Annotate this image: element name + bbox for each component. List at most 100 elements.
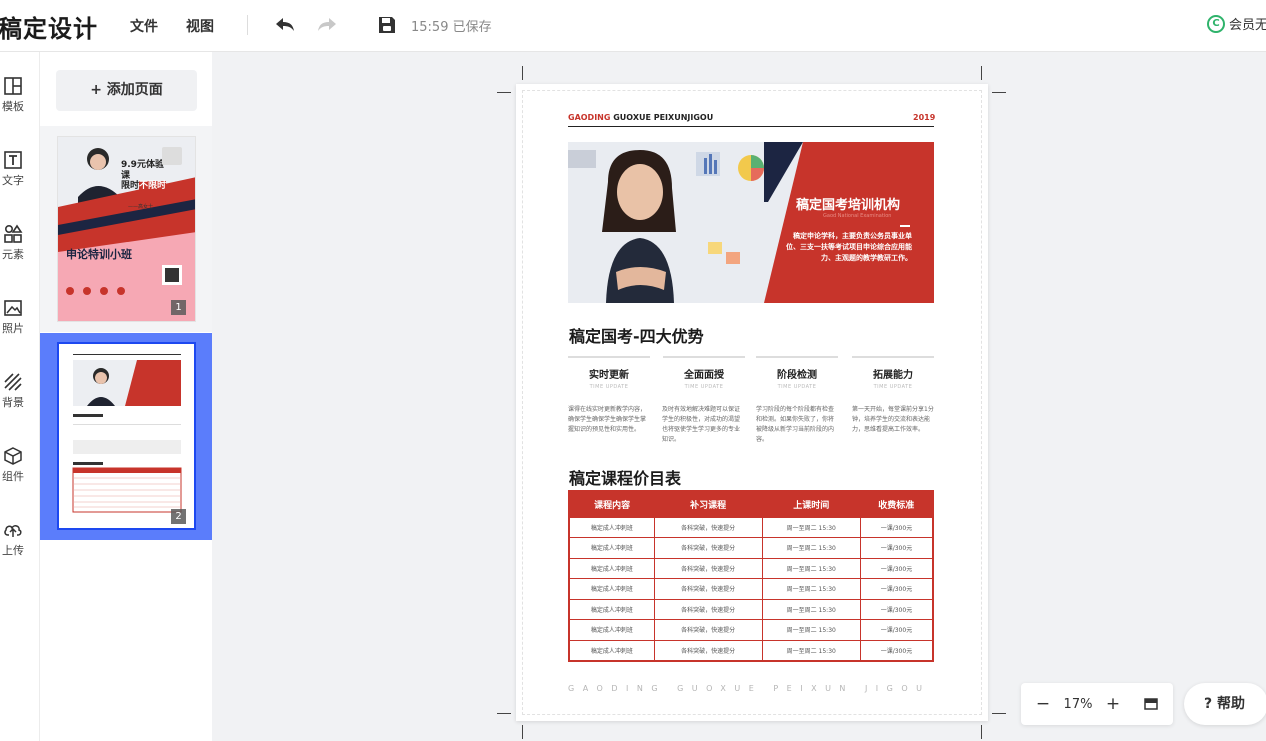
- table-cell: 周一至周二 15:30: [761, 578, 861, 599]
- feature-en: TIME UPDATE: [777, 384, 817, 390]
- price-table-body: 稿定成人冲刺班 各科突破，快速提分 周一至周二 15:30 一课/300元 稿定成人冲刺…: [569, 516, 933, 661]
- crop-mark: [992, 92, 1006, 93]
- footer-text[interactable]: GAODING GUOXUE PEIXUN JIGOU: [568, 684, 934, 693]
- table-cell: 各科突破，快速提分: [653, 516, 763, 538]
- rail-item-component[interactable]: 组件: [0, 446, 36, 484]
- table-cell: 各科突破，快速提分: [653, 537, 763, 558]
- page-thumb-2[interactable]: 2: [40, 333, 212, 540]
- doc-header-year[interactable]: 2019: [913, 113, 935, 122]
- page-thumb-2-preview: [57, 342, 196, 530]
- feature-desc[interactable]: 学习阶段的每个阶段都有检查和检测。如果你失败了，你将被降级从新学习当前阶段的内容…: [756, 405, 838, 445]
- background-icon: [4, 373, 22, 391]
- advantages-title[interactable]: 稿定国考-四大优势: [569, 323, 704, 347]
- zoom-out-button[interactable]: −: [1028, 689, 1058, 719]
- crop-mark: [981, 66, 982, 80]
- feature-1[interactable]: 实时更新 TIME UPDATE: [568, 356, 650, 390]
- table-cell: 周一至周二 15:30: [761, 598, 861, 620]
- rail-item-photo[interactable]: 照片: [0, 298, 36, 336]
- feature-2[interactable]: 全面面授 TIME UPDATE: [663, 356, 745, 390]
- feature-name: 实时更新: [589, 370, 629, 381]
- feature-en: TIME UPDATE: [873, 384, 913, 390]
- table-row: 稿定成人冲刺班 各科突破，快速提分 周一至周二 15:30 一课/300元: [569, 557, 933, 579]
- rail-label: 上传: [2, 544, 24, 557]
- column-header: 上课时间: [762, 491, 861, 517]
- feature-4[interactable]: 拓展能力 TIME UPDATE: [852, 356, 934, 390]
- thumb1-limited: 限时不限时: [121, 181, 167, 191]
- feature-en: TIME UPDATE: [684, 384, 724, 390]
- rail-label: 组件: [2, 470, 24, 483]
- rail-item-background[interactable]: 背景: [0, 372, 36, 410]
- page-number-badge: 1: [171, 300, 186, 315]
- rail-item-text[interactable]: 文字: [0, 150, 36, 188]
- feature-name: 拓展能力: [873, 370, 913, 381]
- component-icon: [4, 447, 22, 465]
- feature-3[interactable]: 阶段检测 TIME UPDATE: [756, 356, 838, 390]
- column-header: 补习课程: [654, 491, 763, 517]
- table-cell: 一课/300元: [859, 578, 933, 599]
- page-thumb-1-preview: 9.9元体验 课 限时不限时 ——高女士 申论特训小班: [57, 136, 196, 322]
- elements-icon: [4, 224, 23, 243]
- table-cell: 一课/300元: [859, 516, 933, 538]
- menu-file[interactable]: 文件: [130, 16, 158, 36]
- feature-desc[interactable]: 及时有效地解决难题可以保证学生的积极性，对成功的渴望也将驱使学生学习更多的专业知…: [662, 405, 744, 445]
- rail-item-elements[interactable]: 元素: [0, 224, 36, 262]
- hero-title[interactable]: 稿定国考培训机构: [796, 194, 900, 213]
- top-bar: 稿定设计 文件 视图 15:59 已保存 C 会员无: [0, 0, 1266, 52]
- rail-label: 文字: [2, 174, 24, 187]
- crop-mark: [981, 725, 982, 739]
- price-table[interactable]: 课程内容 补习课程 上课时间 收费标准 稿定成人冲刺班 各科突破，快速提分 周一至周…: [568, 490, 934, 662]
- zoom-control: − 17% +: [1021, 683, 1173, 725]
- save-icon[interactable]: [374, 12, 400, 38]
- doc-header-brand[interactable]: GAODING GUOXUE PEIXUNJIGOU: [568, 113, 713, 122]
- page-thumb-1[interactable]: 9.9元体验 课 限时不限时 ——高女士 申论特训小班 1: [40, 126, 212, 332]
- feature-rule: [568, 356, 650, 358]
- table-cell: 各科突破，快速提分: [653, 619, 763, 640]
- feature-rule: [756, 356, 838, 358]
- trash-icon[interactable]: [162, 147, 182, 165]
- table-cell: 一课/300元: [859, 557, 933, 579]
- add-page-button[interactable]: + 添加页面: [56, 70, 197, 111]
- member-icon: C: [1207, 14, 1225, 33]
- hero-description[interactable]: 稿定申论学科，主要负责公务员事业单位、三支一扶等考试项目申论综合应用能力、主观题…: [784, 231, 912, 264]
- price-title[interactable]: 稿定课程价目表: [569, 465, 681, 489]
- column-header: 收费标准: [860, 491, 933, 517]
- text-icon: [4, 151, 22, 169]
- feature-desc[interactable]: 课得在线实时更新教学内容，确保学生确保学生确保学生掌握知识的预见性和实用性。: [568, 405, 650, 435]
- header-rule: [568, 126, 934, 127]
- table-cell: 周一至周二 15:30: [761, 557, 861, 579]
- upload-icon: [4, 525, 22, 537]
- rail-item-upload[interactable]: 上传: [0, 520, 36, 558]
- table-row: 稿定成人冲刺班 各科突破，快速提分 周一至周二 15:30 一课/300元: [569, 639, 933, 661]
- pages-panel: + 添加页面 9.9元体验 课 限时不限时 ——高女士 申论特训小班 1 2: [40, 52, 212, 741]
- zoom-in-button[interactable]: +: [1098, 689, 1128, 719]
- menu-view[interactable]: 视图: [186, 16, 214, 36]
- table-row: 稿定成人冲刺班 各科突破，快速提分 周一至周二 15:30 一课/300元: [569, 516, 933, 538]
- app-logo[interactable]: 稿定设计: [0, 9, 98, 44]
- crop-mark: [497, 92, 511, 93]
- fit-screen-icon[interactable]: [1136, 689, 1166, 719]
- table-cell: 周一至周二 15:30: [761, 619, 861, 640]
- column-header: 课程内容: [569, 491, 655, 517]
- redo-icon[interactable]: [314, 12, 340, 38]
- table-row: 稿定成人冲刺班 各科突破，快速提分 周一至周二 15:30 一课/300元: [569, 578, 933, 599]
- table-cell: 周一至周二 15:30: [761, 537, 861, 558]
- table-cell: 各科突破，快速提分: [653, 639, 763, 661]
- zoom-level[interactable]: 17%: [1058, 697, 1098, 712]
- table-cell: 稿定成人冲刺班: [569, 516, 655, 538]
- feature-desc[interactable]: 第一天开始，每堂课前分享1分钟，培养学生的交流和表达能力，思维看提高工作效率。: [852, 405, 934, 435]
- design-page[interactable]: GAODING GUOXUE PEIXUNJIGOU 2019 稿定国考培训机构…: [516, 84, 988, 721]
- table-cell: 周一至周二 15:30: [761, 639, 861, 661]
- left-rail: 模板 文字 元素 照片 背景 组件 上传: [0, 52, 40, 741]
- table-cell: 一课/300元: [859, 537, 933, 558]
- rail-label: 背景: [2, 396, 24, 409]
- table-cell: 稿定成人冲刺班: [569, 639, 655, 661]
- member-button[interactable]: C 会员无: [1207, 14, 1266, 33]
- feature-name: 全面面授: [684, 370, 724, 381]
- hero-banner[interactable]: [568, 142, 934, 303]
- template-icon: [4, 77, 22, 95]
- undo-icon[interactable]: [272, 12, 298, 38]
- help-button[interactable]: ? 帮助: [1184, 683, 1266, 725]
- hero-subtitle[interactable]: Gaod National Examination: [823, 213, 891, 219]
- table-cell: 各科突破，快速提分: [653, 578, 763, 599]
- rail-item-template[interactable]: 模板: [0, 76, 36, 114]
